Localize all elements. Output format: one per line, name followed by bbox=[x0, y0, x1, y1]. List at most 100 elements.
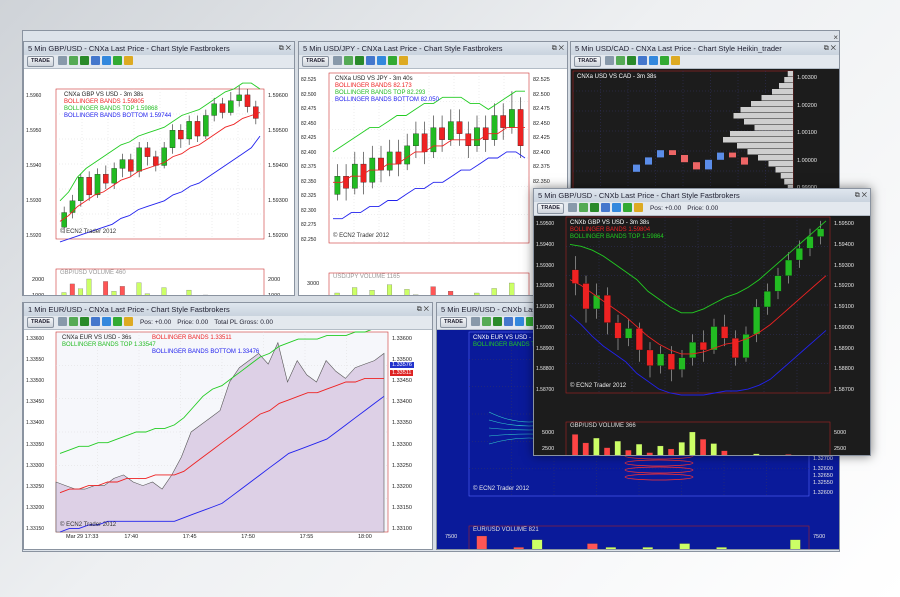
chart-area[interactable]: CNXa GBP VS USD - 3m 38s BOLLINGER BANDS … bbox=[24, 69, 294, 295]
pen-icon[interactable] bbox=[112, 317, 122, 326]
crosshair-icon[interactable] bbox=[68, 56, 78, 65]
draw-icon[interactable] bbox=[101, 56, 111, 65]
legend-entry: BOLLINGER BANDS TOP 82.293 bbox=[335, 90, 426, 96]
window-title[interactable]: 5 Min GBP/USD - CNXa Last Price - Chart … bbox=[24, 42, 294, 56]
window-controls-icon[interactable]: ⧉ ✕ bbox=[855, 189, 867, 202]
grid-icon[interactable] bbox=[90, 56, 100, 65]
grid-icon[interactable] bbox=[90, 317, 100, 326]
chart-area[interactable]: CNXa USD VS CAD - 3m 38s 1.00300 1.00200 1.… bbox=[571, 69, 839, 190]
pen-icon[interactable] bbox=[387, 56, 397, 65]
copyright-text: © ECN2 Trader 2012 bbox=[570, 383, 627, 389]
window-title[interactable]: 5 Min GBP/USD - CNXb Last Price - Chart … bbox=[534, 189, 870, 203]
candle bbox=[635, 328, 643, 351]
info-icon[interactable] bbox=[589, 203, 599, 212]
candle bbox=[94, 174, 101, 196]
chart-window-gbpusd[interactable]: 5 Min GBP/USD - CNXa Last Price - Chart … bbox=[23, 41, 295, 296]
draw-icon[interactable] bbox=[648, 56, 658, 65]
crosshair-icon[interactable] bbox=[68, 317, 78, 326]
alert-icon[interactable] bbox=[123, 56, 133, 65]
window-title[interactable]: 1 Min EUR/USD - CNXa Last Price - Chart … bbox=[24, 303, 432, 317]
y-tick-label: 1.00200 bbox=[797, 102, 817, 109]
grid-icon[interactable] bbox=[637, 56, 647, 65]
candle bbox=[509, 109, 515, 128]
left-y-tick-label: 1.33350 bbox=[26, 441, 45, 448]
draw-icon[interactable] bbox=[101, 317, 111, 326]
gear-icon[interactable] bbox=[567, 203, 577, 212]
crosshair-icon[interactable] bbox=[578, 203, 588, 212]
volume-profile-bar bbox=[784, 179, 793, 185]
candle bbox=[244, 94, 251, 107]
alert-icon[interactable] bbox=[670, 56, 680, 65]
grid-icon[interactable] bbox=[503, 317, 513, 326]
alert-icon[interactable] bbox=[633, 203, 643, 212]
draw-icon[interactable] bbox=[611, 203, 621, 212]
grid-icon[interactable] bbox=[600, 203, 610, 212]
left-y-tick-label: 1.5940 bbox=[26, 163, 42, 169]
gear-icon[interactable] bbox=[470, 317, 480, 326]
volume-bar bbox=[785, 454, 792, 455]
trade-button[interactable]: TRADE bbox=[27, 317, 54, 328]
legend-entry: BOLLINGER BANDS BOTTOM 1.33476 bbox=[152, 349, 260, 355]
pen-icon[interactable] bbox=[112, 56, 122, 65]
heikin-bar bbox=[741, 157, 748, 165]
left-y-tick-label: 1.5950 bbox=[26, 128, 42, 134]
window-controls-icon[interactable]: ⧉ ✕ bbox=[279, 42, 291, 55]
gear-icon[interactable] bbox=[57, 317, 67, 326]
volume-bar bbox=[790, 539, 801, 549]
trade-button[interactable]: TRADE bbox=[27, 56, 54, 67]
volume-bar bbox=[111, 291, 117, 295]
window-title-text: 5 Min GBP/USD - CNXa Last Price - Chart … bbox=[28, 44, 230, 53]
crosshair-icon[interactable] bbox=[343, 56, 353, 65]
chart-window-usdjpy[interactable]: 5 Min USD/JPY - CNXa Last Price - Chart … bbox=[298, 41, 568, 296]
window-controls-icon[interactable]: ⧉ ✕ bbox=[824, 42, 836, 55]
info-icon[interactable] bbox=[354, 56, 364, 65]
alert-icon[interactable] bbox=[123, 317, 133, 326]
crosshair-icon[interactable] bbox=[481, 317, 491, 326]
pen-icon[interactable] bbox=[659, 56, 669, 65]
volume-bar bbox=[186, 289, 192, 295]
trade-button[interactable]: TRADE bbox=[537, 203, 564, 214]
trade-button[interactable]: TRADE bbox=[574, 56, 601, 67]
gear-icon[interactable] bbox=[57, 56, 67, 65]
draw-icon[interactable] bbox=[376, 56, 386, 65]
y-tick-label: 1.33100 bbox=[392, 526, 412, 532]
chart-area[interactable]: CNXb GBP VS USD - 3m 38s BOLLINGER BANDS … bbox=[534, 216, 870, 455]
info-icon[interactable] bbox=[626, 56, 636, 65]
info-icon[interactable] bbox=[79, 56, 89, 65]
grid-icon[interactable] bbox=[365, 56, 375, 65]
window-controls-icon[interactable]: ⧉ ✕ bbox=[552, 42, 564, 55]
alert-icon[interactable] bbox=[398, 56, 408, 65]
volume-bar bbox=[642, 547, 653, 549]
window-title[interactable]: 5 Min USD/CAD - CNXa Last Price - Chart … bbox=[571, 42, 839, 56]
candle bbox=[69, 200, 76, 213]
chart-area[interactable]: CNXa USD VS JPY - 3m 40s BOLLINGER BANDS … bbox=[299, 69, 567, 295]
volume-profile-bar bbox=[733, 113, 793, 119]
volume-bar bbox=[352, 287, 358, 295]
info-icon[interactable] bbox=[79, 317, 89, 326]
legend-entry: BOLLINGER BANDS 1.59805 bbox=[64, 99, 145, 105]
crosshair-icon[interactable] bbox=[615, 56, 625, 65]
gear-icon[interactable] bbox=[332, 56, 342, 65]
volume-bar bbox=[136, 282, 142, 295]
chart-window-gbpusd_b[interactable]: 5 Min GBP/USD - CNXb Last Price - Chart … bbox=[533, 188, 871, 456]
draw-icon[interactable] bbox=[514, 317, 524, 326]
chart-window-eurusd[interactable]: 1 Min EUR/USD - CNXa Last Price - Chart … bbox=[23, 302, 433, 550]
window-controls-icon[interactable]: ⧉ ✕ bbox=[417, 303, 429, 316]
volume-profile-bar bbox=[780, 173, 793, 179]
y-tick-label: 1.58900 bbox=[834, 345, 854, 352]
trade-button[interactable]: TRADE bbox=[302, 56, 329, 67]
chart-area[interactable]: CNXa EUR VS USD - 36s BOLLINGER BANDS TOP… bbox=[24, 330, 432, 549]
volume-profile-bar bbox=[779, 83, 793, 89]
volume-profile-bar bbox=[772, 89, 793, 95]
left-y-tick-label: 82.450 bbox=[301, 120, 317, 127]
candle bbox=[646, 349, 654, 366]
trade-button[interactable]: TRADE bbox=[440, 317, 467, 328]
chart-svg bbox=[55, 330, 389, 533]
candle bbox=[236, 94, 242, 101]
chart-window-usdcad[interactable]: 5 Min USD/CAD - CNXa Last Price - Chart … bbox=[570, 41, 840, 191]
pen-icon[interactable] bbox=[622, 203, 632, 212]
left-y-tick-label: 82.375 bbox=[301, 164, 317, 171]
info-icon[interactable] bbox=[492, 317, 502, 326]
gear-icon[interactable] bbox=[604, 56, 614, 65]
window-title[interactable]: 5 Min USD/JPY - CNXa Last Price - Chart … bbox=[299, 42, 567, 56]
